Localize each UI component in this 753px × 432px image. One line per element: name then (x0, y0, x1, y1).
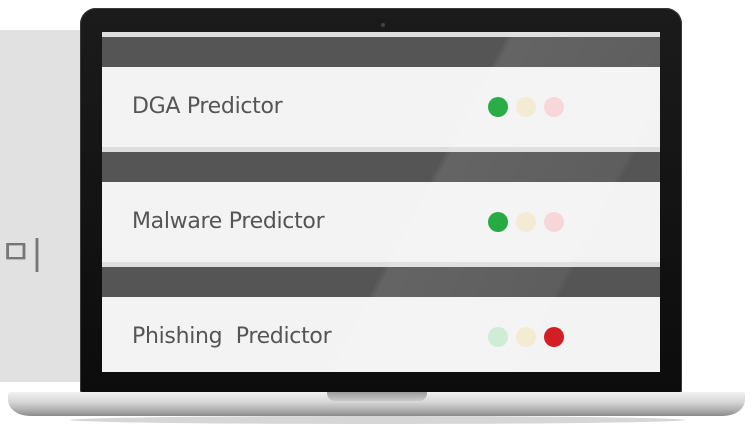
status-traffic-light (488, 327, 568, 347)
red-light-icon (544, 212, 564, 232)
red-light-icon (544, 97, 564, 117)
section-header-bar (102, 267, 660, 297)
yellow-light-icon (516, 212, 536, 232)
predictor-row-dga[interactable]: DGA Predictor (102, 67, 660, 147)
predictor-row-malware[interactable]: Malware Predictor (102, 182, 660, 262)
camera-icon (381, 23, 385, 27)
red-light-icon (544, 327, 564, 347)
background-text-fragment: ㅁ| (0, 233, 43, 273)
predictor-row-phishing[interactable]: Phishing Predictor (102, 297, 660, 372)
laptop-screen: DGA Predictor Malware Predictor Phishing… (102, 32, 660, 372)
predictor-label: Phishing Predictor (132, 324, 332, 349)
status-traffic-light (488, 97, 568, 117)
status-traffic-light (488, 212, 568, 232)
green-light-icon (488, 97, 508, 117)
yellow-light-icon (516, 97, 536, 117)
laptop-shadow (70, 416, 685, 424)
section-header-bar (102, 37, 660, 67)
green-light-icon (488, 212, 508, 232)
predictor-label: DGA Predictor (132, 94, 283, 119)
predictor-label: Malware Predictor (132, 209, 325, 234)
green-light-icon (488, 327, 508, 347)
laptop-lid-notch (327, 392, 427, 401)
section-header-bar (102, 152, 660, 182)
yellow-light-icon (516, 327, 536, 347)
laptop-bezel: DGA Predictor Malware Predictor Phishing… (80, 8, 682, 394)
